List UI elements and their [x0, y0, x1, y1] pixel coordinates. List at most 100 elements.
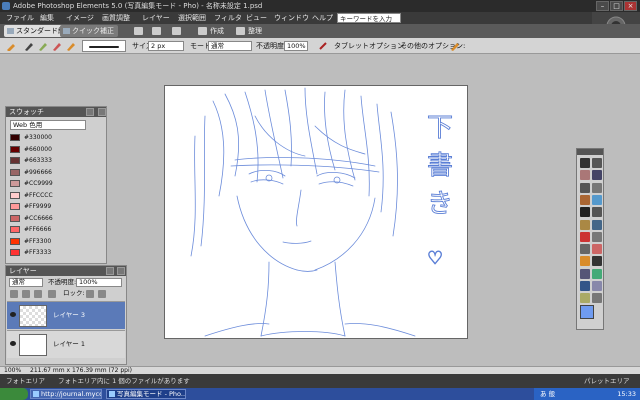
create-label[interactable]: 作成 [210, 25, 224, 37]
magic-wand-tool-icon[interactable] [580, 194, 590, 205]
swatch-chip[interactable] [10, 191, 20, 199]
visibility-eye-icon[interactable] [10, 312, 16, 317]
menu-layer[interactable]: レイヤー [142, 13, 170, 23]
quick-fix-button[interactable]: クイック補正 [60, 25, 118, 37]
adjustment-layer-icon[interactable] [22, 290, 30, 298]
taskbar-item-browser[interactable]: http://journal.mycom... [30, 389, 102, 399]
swatch-chip[interactable] [10, 134, 20, 141]
color-replacement-icon[interactable] [52, 41, 62, 51]
maximize-button[interactable]: □ [610, 1, 623, 11]
sponge-tool-icon[interactable] [580, 293, 590, 304]
menu-view[interactable]: ビュー [246, 13, 267, 23]
red-eye-tool-icon[interactable] [580, 231, 590, 242]
close-button[interactable]: × [624, 1, 637, 11]
menu-select[interactable]: 選択範囲 [178, 13, 206, 23]
tablet-options-label[interactable]: タブレットオプション: [334, 41, 406, 51]
lock-transparency-icon[interactable] [86, 290, 94, 298]
delete-layer-icon[interactable] [34, 290, 42, 298]
brush-preset-picker[interactable] [82, 40, 126, 52]
crop-tool-icon[interactable] [592, 207, 602, 218]
brush-options-icon[interactable] [450, 41, 460, 51]
size-input[interactable]: 2 px [148, 41, 184, 51]
palette-menu-icon[interactable] [86, 108, 94, 116]
zoom-tool-icon[interactable] [592, 158, 602, 168]
layer-row[interactable]: レイヤー 1 [7, 330, 125, 358]
new-layer-icon[interactable] [10, 290, 18, 298]
palette-close-icon[interactable] [98, 108, 106, 116]
swatch-chip[interactable] [10, 237, 20, 245]
move-tool-icon[interactable] [580, 158, 590, 168]
airbrush-icon[interactable] [318, 41, 328, 51]
link-icon[interactable] [48, 290, 56, 298]
swatch-preset-select[interactable]: Web 色用 [10, 120, 86, 130]
blur-tool-icon[interactable] [592, 281, 602, 291]
start-button[interactable] [0, 388, 28, 400]
eyedropper-tool-icon[interactable] [592, 170, 602, 181]
layers-close-icon[interactable] [117, 267, 125, 275]
print-icon[interactable] [134, 27, 143, 35]
straighten-tool-icon[interactable] [592, 219, 602, 230]
cookie-cutter-icon[interactable] [580, 219, 590, 230]
swatch-row[interactable]: #CC6666 [10, 214, 104, 223]
visibility-eye-icon[interactable] [10, 341, 16, 346]
menu-help[interactable]: ヘルプ [312, 13, 333, 23]
swatch-chip[interactable] [10, 214, 20, 222]
blend-mode-select[interactable]: 通常 [9, 278, 43, 287]
ime-indicator[interactable]: あ 般 [540, 389, 555, 399]
pencil-icon[interactable] [66, 41, 76, 51]
paint-bucket-icon[interactable] [580, 268, 590, 279]
smudge-tool-icon[interactable] [592, 293, 602, 304]
swatch-chip[interactable] [10, 226, 20, 233]
clone-stamp-icon[interactable] [580, 244, 590, 255]
healing-brush-icon[interactable] [592, 231, 602, 242]
palette-bin-toggle[interactable]: パレットエリア [584, 376, 630, 386]
toolbox-header[interactable] [577, 149, 603, 155]
organize-label[interactable]: 整理 [248, 25, 262, 37]
lock-all-icon[interactable] [98, 290, 106, 298]
selection-brush-icon[interactable] [592, 194, 602, 205]
minimize-button[interactable]: – [596, 1, 609, 11]
share-icon[interactable] [152, 27, 161, 35]
swatch-chip[interactable] [10, 180, 20, 187]
keyword-search-input[interactable]: キーワードを入力 [337, 13, 401, 23]
mode-select[interactable]: 通常 [208, 41, 252, 51]
impressionist-brush-icon[interactable] [38, 41, 48, 51]
foreground-color-swatch[interactable] [580, 305, 594, 319]
organize-icon[interactable] [236, 27, 245, 35]
brush-icon[interactable] [24, 41, 34, 51]
swatch-chip[interactable] [10, 157, 20, 164]
menu-window[interactable]: ウィンドウ [274, 13, 309, 23]
layers-menu-icon[interactable] [106, 267, 114, 275]
pencil-tool-icon[interactable] [580, 256, 590, 267]
marquee-tool-icon[interactable] [580, 182, 590, 193]
swatch-chip[interactable] [10, 249, 20, 256]
menu-enhance[interactable]: 画質調整 [102, 13, 130, 23]
taskbar-item-photoshop[interactable]: 写真編集モード - Pho... [106, 389, 186, 399]
swatch-row[interactable]: #996666 [10, 168, 104, 177]
lasso-tool-icon[interactable] [592, 182, 602, 193]
swatch-chip[interactable] [10, 145, 20, 153]
type-tool-icon[interactable] [580, 207, 590, 218]
menu-image[interactable]: イメージ [66, 13, 94, 23]
brush-tool-icon[interactable] [592, 256, 602, 267]
eraser-tool-icon[interactable] [592, 244, 602, 255]
hand-tool-icon[interactable] [580, 170, 590, 181]
gradient-tool-icon[interactable] [592, 268, 602, 279]
document-canvas[interactable]: 下 書 き ♡ [164, 85, 468, 339]
swatch-row[interactable]: #330000 [10, 133, 104, 142]
swatch-row[interactable]: #CC9999 [10, 179, 104, 188]
pencil-tool-icon[interactable] [6, 41, 16, 51]
layer-row[interactable]: レイヤー 3 [7, 301, 125, 329]
swatch-row[interactable]: #FF3300 [10, 237, 104, 246]
order-prints-icon[interactable] [172, 27, 181, 35]
layer-opacity-input[interactable]: 100% [76, 278, 122, 287]
swatch-row[interactable]: #663333 [10, 156, 104, 165]
swatch-row[interactable]: #FF6666 [10, 225, 104, 234]
opacity-input[interactable]: 100% [284, 41, 308, 51]
shape-tool-icon[interactable] [580, 281, 590, 291]
swatch-row[interactable]: #FF3333 [10, 248, 104, 257]
swatch-row[interactable]: #660000 [10, 145, 104, 154]
menu-file[interactable]: ファイル [6, 13, 34, 23]
create-icon[interactable] [198, 27, 207, 35]
menu-edit[interactable]: 編集 [40, 13, 54, 23]
